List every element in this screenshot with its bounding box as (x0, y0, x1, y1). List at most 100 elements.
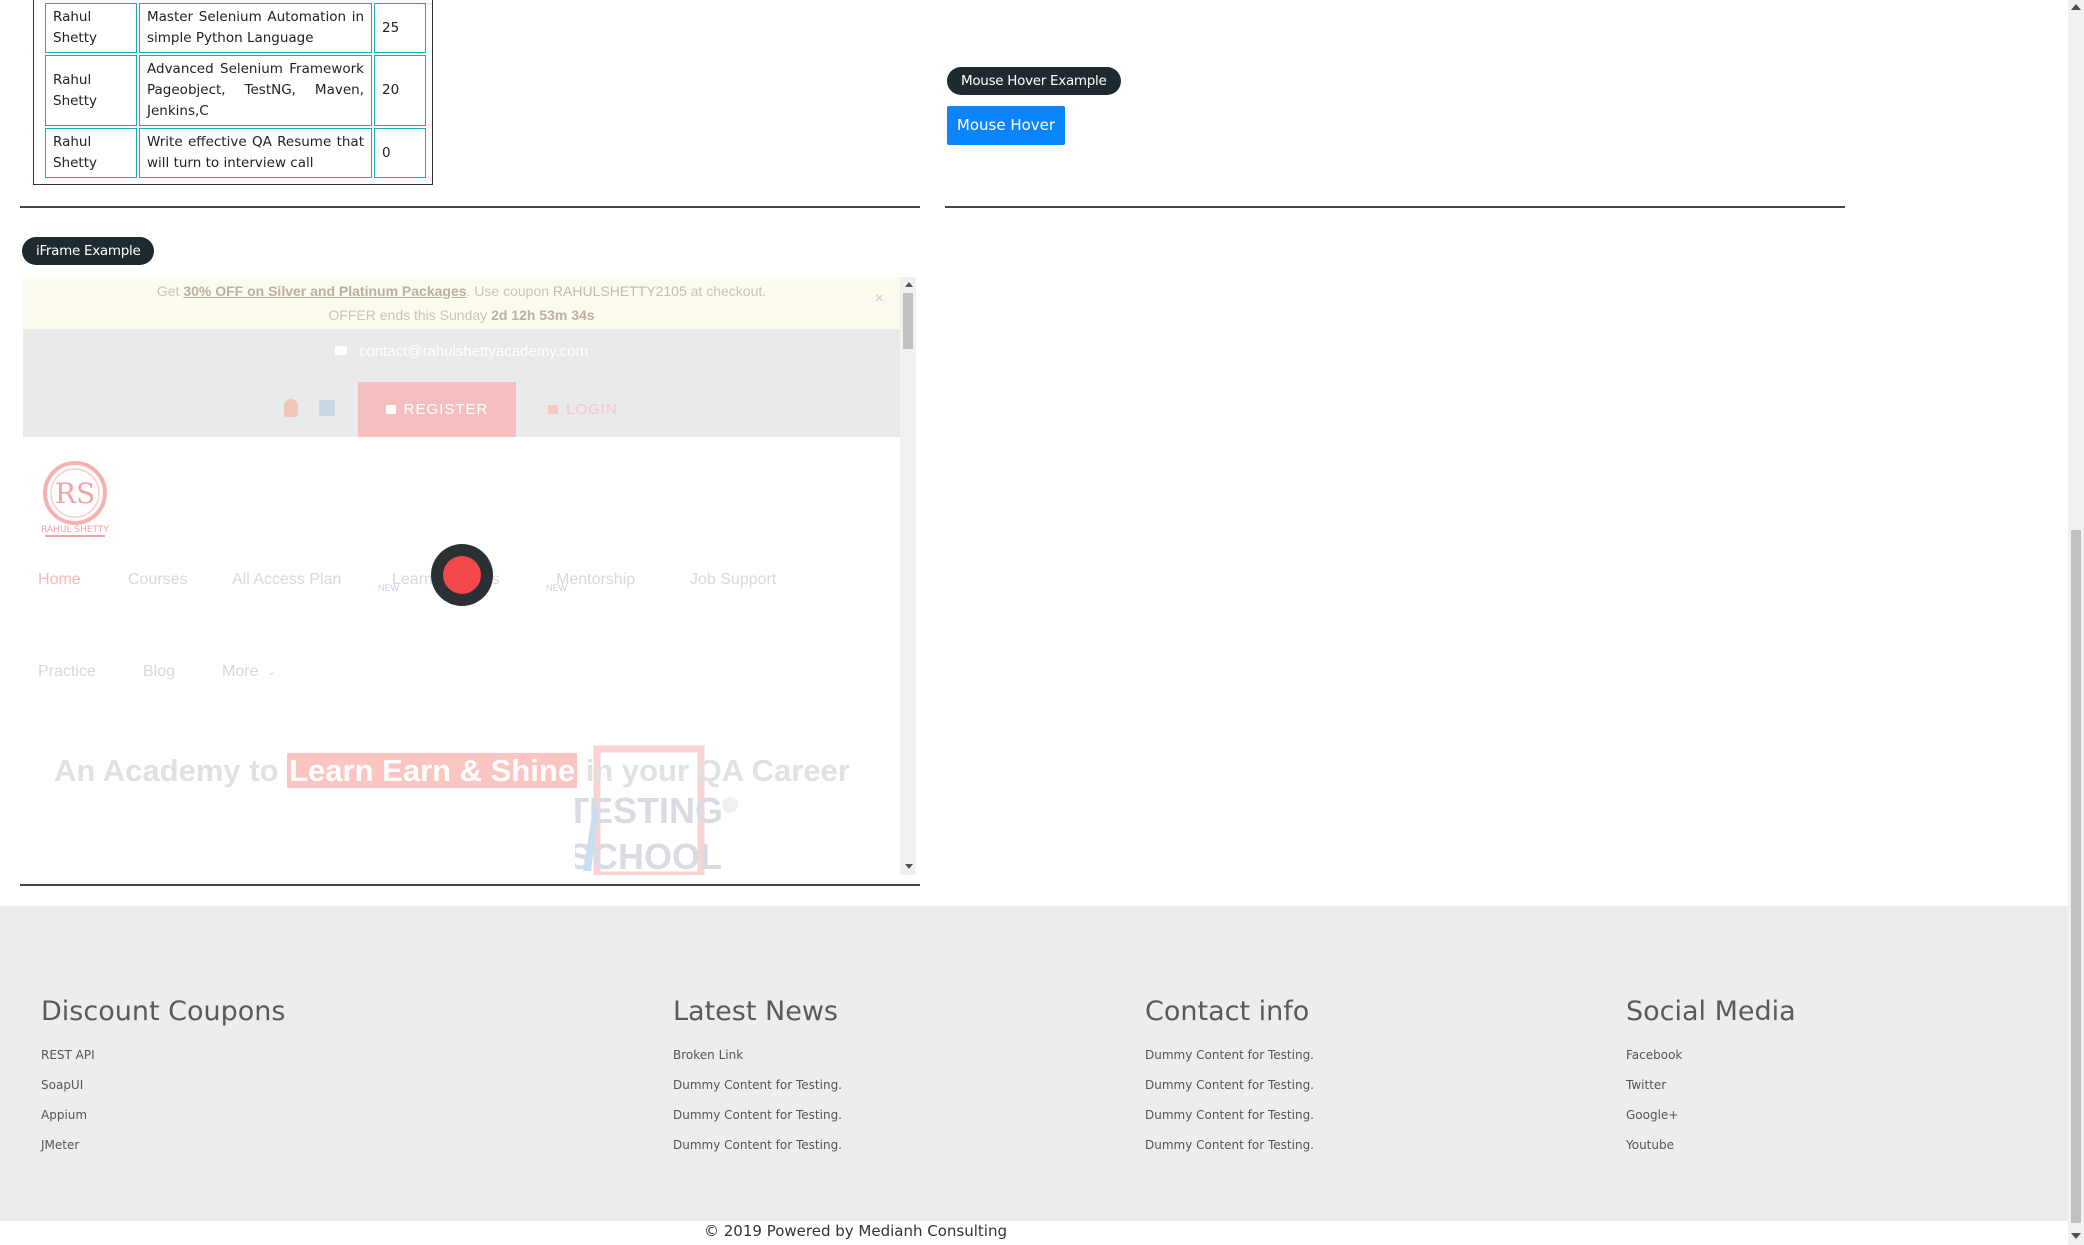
logo-caption: RAHUL SHETTY (41, 525, 109, 535)
footer-heading: Discount Coupons (41, 996, 286, 1027)
mouse-hover-legend: Mouse Hover Example (947, 67, 1121, 95)
contact-bar: contact@rahulshettyacademy.com REGISTER … (23, 329, 900, 437)
table-cell-price: 20 (374, 55, 426, 126)
footer-column-latest-news: Latest News Broken Link Dummy Content fo… (673, 990, 842, 1160)
promo-countdown: OFFER ends this Sunday 2d 12h 53m 34s (23, 306, 900, 324)
nav-practice[interactable]: Practice (38, 663, 96, 681)
lock-icon (548, 405, 559, 414)
table-cell-instructor: Rahul Shetty (45, 55, 137, 126)
web-table-fieldset: Rahul Shetty Master Selenium Automation … (33, 0, 433, 185)
table-cell-instructor: Rahul Shetty (45, 3, 137, 53)
footer-link[interactable]: Appium (41, 1100, 285, 1130)
nav-all-access-plan[interactable]: All Access Plan (232, 571, 341, 589)
mail-icon (334, 346, 347, 355)
scroll-down-arrow-icon[interactable] (2071, 1233, 2081, 1239)
footer-link[interactable]: Dummy Content for Testing. (1145, 1130, 1314, 1160)
table-cell-price: 25 (374, 3, 426, 53)
footer-link[interactable]: Facebook (1626, 1040, 1796, 1070)
hero-heading-start: An Academy to (54, 753, 288, 788)
hero-logo-text-bottom: SCHOOL (575, 836, 722, 875)
promo-text: Get 30% OFF on Silver and Platinum Packa… (23, 281, 900, 301)
hero-heading-end: in your QA Career (577, 753, 850, 788)
promo-middle: . Use coupon (466, 283, 553, 299)
promo-bar: Get 30% OFF on Silver and Platinum Packa… (23, 277, 900, 329)
footer: Discount Coupons REST API SoapUI Appium … (0, 906, 2068, 1221)
section-divider (945, 206, 1845, 208)
nav-mentorship[interactable]: Mentorship (556, 571, 635, 589)
footer-link[interactable]: JMeter (41, 1130, 285, 1160)
scroll-down-arrow-icon[interactable] (905, 864, 913, 869)
footer-link[interactable]: Dummy Content for Testing. (1145, 1070, 1314, 1100)
lock-icon (385, 405, 396, 414)
promo-ends-label: OFFER ends this Sunday (328, 307, 492, 323)
nav-courses[interactable]: Courses (128, 571, 188, 589)
iframe-legend: iFrame Example (22, 237, 155, 265)
scroll-up-arrow-icon[interactable] (2071, 4, 2081, 10)
register-label: REGISTER (403, 401, 489, 418)
page: Rahul Shetty Master Selenium Automation … (0, 0, 2084, 1245)
table-cell-course: Master Selenium Automation in simple Pyt… (139, 3, 372, 53)
svg-text:RS: RS (55, 477, 95, 510)
scroll-up-arrow-icon[interactable] (905, 282, 913, 287)
table-row: Rahul Shetty Advanced Selenium Framework… (45, 55, 426, 126)
login-label: LOGIN (566, 401, 618, 418)
promo-offer-link[interactable]: 30% OFF on Silver and Platinum Packages (183, 283, 466, 299)
hero-heading-highlight: Learn Earn & Shine (287, 753, 578, 788)
footer-link[interactable]: Twitter (1626, 1070, 1796, 1100)
contact-email-link[interactable]: contact@rahulshettyacademy.com (23, 343, 900, 360)
table-row: Rahul Shetty Master Selenium Automation … (45, 3, 426, 53)
table-cell-course: Write effective QA Resume that will turn… (139, 128, 372, 178)
footer-link[interactable]: Dummy Content for Testing. (673, 1130, 842, 1160)
nav-job-support[interactable]: Job Support (690, 571, 776, 589)
rahul-shetty-logo[interactable]: RS RAHUL SHETTY (37, 457, 113, 539)
footer-link[interactable]: REST API (41, 1040, 285, 1070)
copyright-bar: © 2019 Powered by Medianh Consulting (0, 1221, 2068, 1245)
footer-link[interactable]: Dummy Content for Testing. (1145, 1100, 1314, 1130)
login-button[interactable]: LOGIN (533, 382, 633, 437)
mouse-hover-button[interactable]: Mouse Hover (947, 106, 1065, 145)
footer-link[interactable]: SoapUI (41, 1070, 285, 1100)
footer-heading: Social Media (1626, 996, 1796, 1027)
footer-link[interactable]: Google+ (1626, 1100, 1796, 1130)
footer-link[interactable]: Dummy Content for Testing. (673, 1070, 842, 1100)
iframe-scrollbar-thumb[interactable] (903, 293, 913, 349)
table-cell-course: Advanced Selenium Framework Pageobject, … (139, 55, 372, 126)
footer-heading: Contact info (1145, 996, 1310, 1027)
linkedin-icon[interactable] (319, 400, 335, 416)
loader-dot (443, 556, 481, 594)
footer-column-contact-info: Contact info Dummy Content for Testing. … (1145, 990, 1314, 1160)
nav-blog[interactable]: Blog (143, 663, 175, 681)
section-divider (20, 206, 920, 208)
nav-more[interactable]: More (222, 663, 258, 681)
section-divider (20, 884, 920, 886)
copyright-brand: Medianh Consulting (858, 1222, 1007, 1240)
footer-heading: Latest News (673, 996, 838, 1027)
user-icon[interactable] (284, 399, 298, 417)
nav-home[interactable]: Home (38, 571, 81, 589)
promo-prefix: Get (156, 283, 184, 299)
hero-heading: An Academy to Learn Earn & Shine in your… (54, 747, 854, 795)
chevron-down-icon: ⌄ (267, 666, 277, 678)
table-row: Rahul Shetty Write effective QA Resume t… (45, 128, 426, 178)
footer-column-social-media: Social Media Facebook Twitter Google+ Yo… (1626, 990, 1796, 1160)
courses-table: Rahul Shetty Master Selenium Automation … (43, 1, 428, 180)
footer-link[interactable]: Youtube (1626, 1130, 1796, 1160)
page-scrollbar-thumb[interactable] (2071, 530, 2081, 1223)
footer-column-discount-coupons: Discount Coupons REST API SoapUI Appium … (41, 990, 285, 1160)
promo-timer: 2d 12h 53m 34s (491, 307, 595, 323)
register-button[interactable]: REGISTER (358, 382, 516, 437)
footer-link[interactable]: Broken Link (673, 1040, 842, 1070)
table-cell-price: 0 (374, 128, 426, 178)
close-icon[interactable]: × (875, 290, 884, 308)
iframe-scrollbar[interactable] (900, 277, 916, 875)
contact-email-text: contact@rahulshettyacademy.com (358, 343, 589, 360)
copyright-prefix: © 2019 Powered by (704, 1222, 859, 1240)
promo-coupon-code: RAHULSHETTY2105 (552, 283, 687, 299)
table-cell-instructor: Rahul Shetty (45, 128, 137, 178)
footer-link[interactable]: Dummy Content for Testing. (1145, 1040, 1314, 1070)
footer-link[interactable]: Dummy Content for Testing. (673, 1100, 842, 1130)
courses-iframe[interactable]: Get 30% OFF on Silver and Platinum Packa… (23, 277, 916, 875)
copyright-text: © 2019 Powered by Medianh Consulting (704, 1222, 1007, 1240)
loading-spinner-icon (431, 544, 493, 606)
promo-suffix: at checkout. (686, 283, 767, 299)
